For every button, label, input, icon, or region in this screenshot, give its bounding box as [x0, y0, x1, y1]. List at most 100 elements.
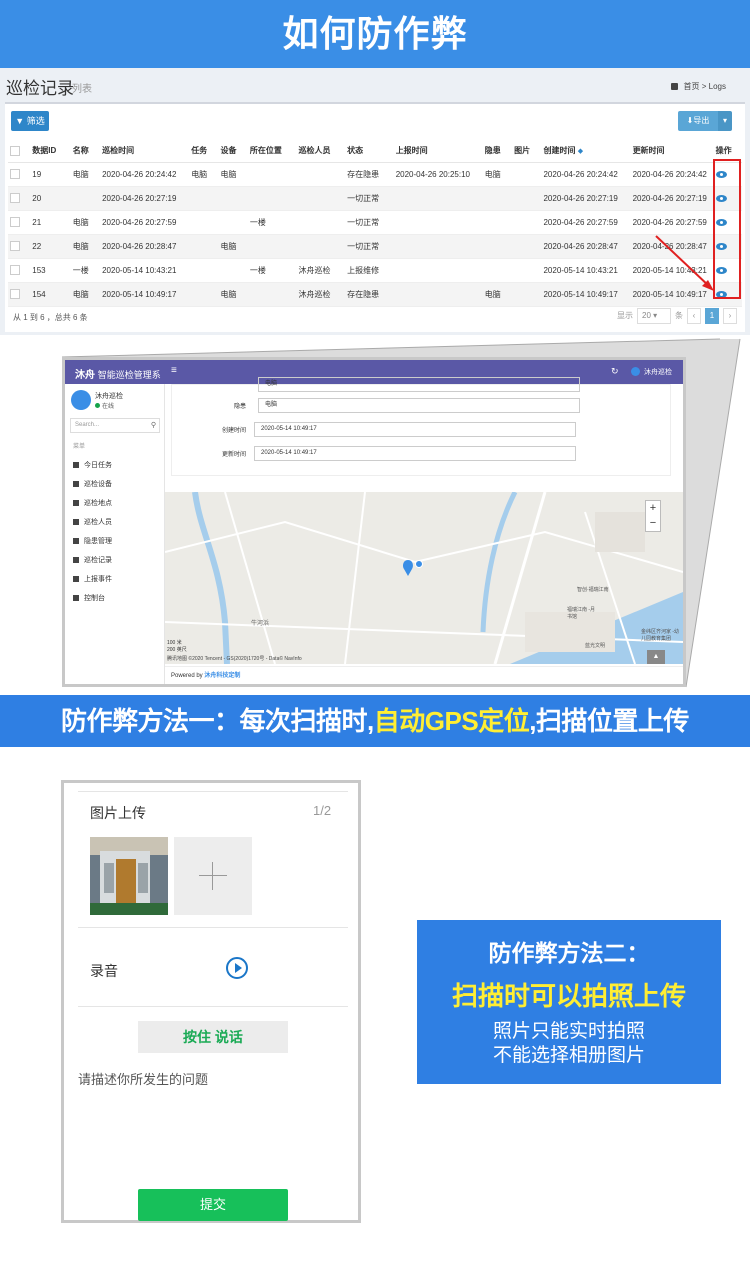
search-icon[interactable]: ⚲	[151, 419, 156, 432]
table-cell	[512, 234, 542, 259]
table-cell	[512, 282, 542, 307]
pagination-info: 从 1 到 6 ，总共 6 条	[13, 313, 88, 322]
table-cell: 电脑	[189, 162, 219, 187]
table-cell	[247, 234, 297, 259]
export-button[interactable]: ⬇导出	[678, 111, 718, 131]
table-cell	[296, 162, 346, 187]
table-cell: 2020-04-26 20:28:47	[100, 234, 190, 259]
field-created-input[interactable]: 2020-05-14 10:49:17	[254, 422, 576, 437]
sidebar-item-records[interactable]: 巡检记录	[73, 555, 112, 565]
table-row: 20 2020-04-26 20:27:19 一切正常 2020-04-26 20:2…	[8, 186, 742, 211]
field-value-top[interactable]: 电脑	[258, 377, 580, 392]
column-header[interactable]: 设备	[218, 140, 248, 163]
row-checkbox[interactable]	[10, 193, 20, 203]
column-header[interactable]: 图片	[512, 140, 542, 163]
sidebar-item-today-tasks[interactable]: 今日任务	[73, 460, 112, 470]
table-cell	[218, 186, 248, 211]
column-header-sortable[interactable]: 创建时间 ◆	[541, 140, 631, 163]
column-header[interactable]: 名称	[70, 140, 101, 163]
hold-to-talk-button[interactable]: 按住 说话	[138, 1021, 288, 1053]
column-header[interactable]: 更新时间	[630, 140, 714, 163]
sidebar-item-inspectors[interactable]: 巡检人员	[73, 517, 112, 527]
table-cell	[189, 258, 219, 283]
column-header[interactable]: 巡检时间	[100, 140, 190, 163]
map-label: 福瑞江南 -月书馆	[567, 607, 596, 620]
table-cell	[218, 258, 248, 283]
app-brand[interactable]: 沐舟 智能巡检管理系	[75, 366, 161, 381]
table-cell: 存在隐患	[345, 162, 394, 187]
page-1-button[interactable]: 1	[705, 308, 719, 324]
add-photo-button[interactable]	[174, 837, 252, 915]
column-header[interactable]: 隐患	[482, 140, 513, 163]
column-header[interactable]: 任务	[189, 140, 219, 163]
table-cell	[512, 258, 542, 283]
breadcrumb-home[interactable]: 首页	[684, 82, 700, 91]
table-cell	[189, 186, 219, 211]
submit-button[interactable]: 提交	[138, 1189, 288, 1221]
row-checkbox-cell	[8, 282, 31, 307]
user-menu[interactable]: 沐舟巡检	[631, 367, 672, 377]
sidebar-item-locations[interactable]: 巡检地点	[73, 498, 112, 508]
table-cell	[482, 186, 513, 211]
row-checkbox[interactable]	[10, 217, 20, 227]
row-checkbox-cell	[8, 186, 31, 211]
row-checkbox[interactable]	[10, 265, 20, 275]
refresh-icon[interactable]: ↻	[611, 366, 619, 377]
location-map[interactable]: 牛河浜 智创·福瑞江南 福瑞江南 -月书馆 金纬区齐河家 -幼儿园教育集团 蓝光…	[165, 492, 683, 664]
table-row: 22 电脑 2020-04-26 20:28:47 电脑 一切正常 2020-04-26 …	[8, 234, 742, 259]
table-cell: 电脑	[70, 162, 101, 187]
table-row: 154 电脑 2020-05-14 10:49:17 电脑 沐舟巡检 存在隐患 电脑 2020…	[8, 282, 742, 307]
next-page-button[interactable]: ›	[723, 308, 737, 324]
page-size-select[interactable]: 20 ▾	[637, 308, 671, 324]
prev-page-button[interactable]: ‹	[687, 308, 701, 324]
table-cell	[512, 162, 542, 187]
page-size-control: 显示 20 ▾ 条	[617, 308, 683, 324]
field-hazard-input[interactable]: 电脑	[258, 398, 580, 413]
filter-button[interactable]: ▼ 筛选	[11, 111, 49, 131]
table-cell	[512, 186, 542, 211]
table-cell: 2020-04-26 20:24:42	[541, 162, 631, 187]
select-all-checkbox[interactable]	[10, 145, 20, 156]
table-row: 19 电脑 2020-04-26 20:24:42 电脑 电脑 存在隐患 2020-04-2…	[8, 162, 742, 187]
column-header[interactable]: 上报时间	[393, 140, 483, 163]
footer-link[interactable]: 沐舟科技定制	[204, 673, 240, 679]
map-label: 智创·福瑞江南	[577, 587, 609, 593]
column-header[interactable]: 巡检人员	[296, 140, 346, 163]
table-cell	[482, 234, 513, 259]
table-cell	[296, 234, 346, 259]
description-textarea[interactable]: 请描述你所发生的问题	[78, 1069, 208, 1088]
uploaded-photo-thumbnail[interactable]	[90, 837, 168, 915]
filter-icon: ▼	[15, 116, 25, 126]
sidebar-item-devices[interactable]: 巡检设备	[73, 479, 112, 489]
export-dropdown-button[interactable]: ▾	[718, 111, 732, 131]
zoom-in-button[interactable]: +	[646, 501, 660, 516]
row-checkbox[interactable]	[10, 169, 20, 179]
sidebar-item-hazards[interactable]: 隐患管理	[73, 536, 112, 546]
table-cell: 电脑	[218, 282, 248, 307]
zoom-out-button[interactable]: −	[646, 516, 660, 531]
row-checkbox[interactable]	[10, 289, 20, 299]
method-two-line: 不能选择相册图片	[492, 1045, 645, 1066]
table-cell	[218, 210, 248, 235]
play-icon[interactable]	[226, 957, 248, 979]
log-table-card: ▼ 筛选 ⬇导出 ▾ 数据ID 名称 巡检时间 任务 设备 所在位置 巡检人员 …	[5, 102, 745, 332]
menu-toggle-icon[interactable]: ≡	[171, 365, 177, 376]
back-to-top-button[interactable]: ▲	[647, 650, 665, 664]
sidebar-search-input[interactable]: Search... ⚲	[70, 418, 160, 433]
sidebar-item-report-events[interactable]: 上报事件	[73, 574, 112, 584]
caret-down-icon: ▾	[722, 116, 727, 125]
row-checkbox-cell	[8, 258, 31, 283]
location-pin-icon[interactable]	[401, 558, 423, 580]
row-checkbox[interactable]	[10, 241, 20, 251]
table-cell: 2020-04-26 20:27:59	[541, 210, 631, 235]
table-cell	[247, 282, 297, 307]
method-two-title: 防作弊方法二：	[488, 940, 650, 966]
table-cell	[393, 234, 483, 259]
column-header[interactable]: 所在位置	[247, 140, 297, 163]
field-updated-input[interactable]: 2020-05-14 10:49:17	[254, 446, 576, 461]
table-cell: 电脑	[70, 234, 101, 259]
column-header[interactable]: 状态	[345, 140, 394, 163]
column-header[interactable]: 数据ID	[30, 140, 71, 163]
sidebar-item-dashboard[interactable]: 控制台	[73, 593, 105, 603]
table-cell: 电脑	[70, 282, 101, 307]
